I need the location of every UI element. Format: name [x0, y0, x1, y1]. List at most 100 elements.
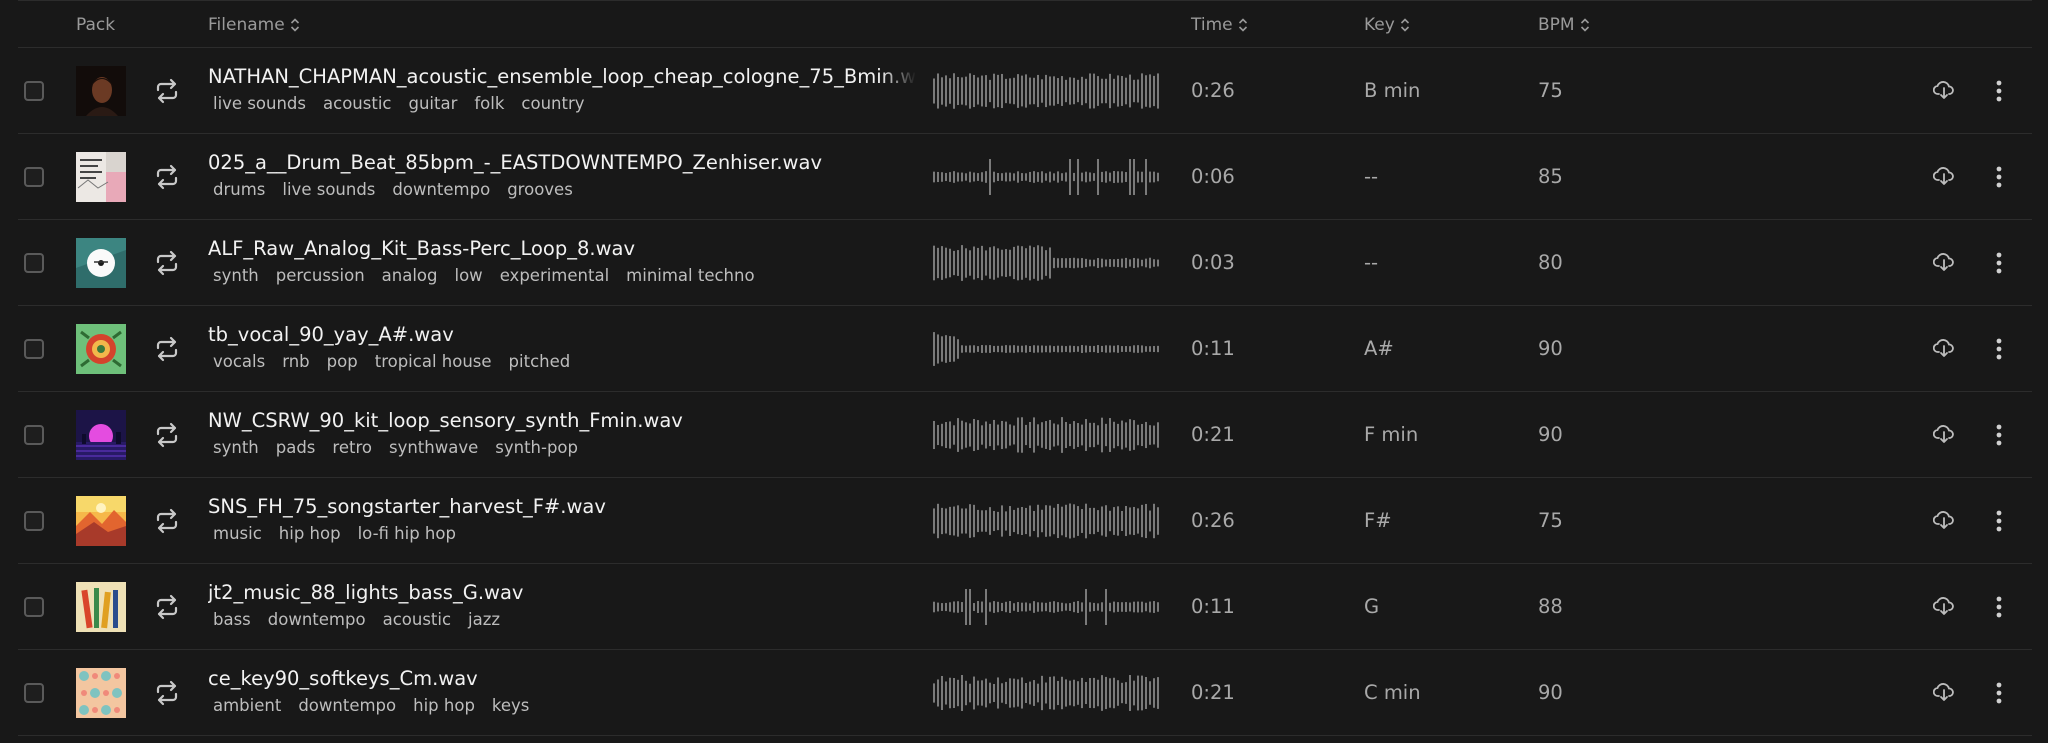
waveform[interactable] — [932, 242, 1160, 284]
table-row[interactable]: tb_vocal_90_yay_A#.wav vocals rnb pop tropi… — [18, 306, 2032, 392]
pastel-pattern-cover[interactable] — [76, 668, 126, 718]
east-downtempo-cover[interactable] — [76, 152, 126, 202]
table-row[interactable]: NATHAN_CHAPMAN_acoustic_ensemble_loop_ch… — [18, 48, 2032, 134]
more-options-icon[interactable] — [1989, 336, 2009, 362]
cloud-download-icon[interactable] — [1933, 423, 1955, 445]
waveform-bar — [1089, 345, 1091, 353]
more-options-icon[interactable] — [1989, 164, 2009, 190]
cloud-download-icon[interactable] — [1933, 595, 1955, 617]
cloud-download-icon[interactable] — [1933, 337, 1955, 359]
sunset-mountain-cover[interactable] — [76, 496, 126, 546]
row-select-checkbox[interactable] — [24, 253, 44, 273]
waveform-bar — [1017, 507, 1019, 535]
row-select-checkbox[interactable] — [24, 167, 44, 187]
tag[interactable]: downtempo — [298, 696, 396, 715]
row-select-checkbox[interactable] — [24, 511, 44, 531]
tag[interactable]: synthwave — [389, 438, 478, 457]
tag[interactable]: live sounds — [282, 180, 375, 199]
tag[interactable]: music — [213, 524, 262, 543]
tag[interactable]: synth — [213, 266, 259, 285]
column-header-time[interactable]: Time — [1191, 15, 1248, 35]
row-select-checkbox[interactable] — [24, 425, 44, 445]
tag[interactable]: pitched — [509, 352, 571, 371]
tag[interactable]: low — [455, 266, 483, 285]
portrait-cover[interactable] — [76, 66, 126, 116]
tag[interactable]: retro — [332, 438, 372, 457]
tag[interactable]: percussion — [276, 266, 365, 285]
waveform[interactable] — [932, 586, 1160, 628]
sample-filename[interactable]: 025_a__Drum_Beat_85bpm_-_EASTDOWNTEMPO_Z… — [208, 151, 916, 174]
sample-filename[interactable]: ALF_Raw_Analog_Kit_Bass-Perc_Loop_8.wav — [208, 237, 916, 260]
cloud-download-icon[interactable] — [1933, 165, 1955, 187]
tag[interactable]: synth-pop — [495, 438, 578, 457]
tag[interactable]: hip hop — [413, 696, 475, 715]
more-options-icon[interactable] — [1989, 508, 2009, 534]
tag[interactable]: minimal techno — [626, 266, 754, 285]
table-row[interactable]: jt2_music_88_lights_bass_G.wav bass downt… — [18, 564, 2032, 650]
waveform[interactable] — [932, 672, 1160, 714]
more-options-icon[interactable] — [1989, 78, 2009, 104]
waveform[interactable] — [932, 328, 1160, 370]
tag[interactable]: downtempo — [392, 180, 490, 199]
row-select-checkbox[interactable] — [24, 339, 44, 359]
tag[interactable]: hip hop — [279, 524, 341, 543]
more-options-icon[interactable] — [1989, 594, 2009, 620]
sample-filename[interactable]: NATHAN_CHAPMAN_acoustic_ensemble_loop_ch… — [208, 65, 916, 88]
waveform[interactable] — [932, 156, 1160, 198]
tag[interactable]: jazz — [468, 610, 500, 629]
cloud-download-icon[interactable] — [1933, 251, 1955, 273]
tag[interactable]: folk — [474, 94, 504, 113]
tag[interactable]: analog — [382, 266, 438, 285]
synthwave-sun-cover[interactable] — [76, 410, 126, 460]
tag[interactable]: tropical house — [375, 352, 492, 371]
table-row[interactable]: ce_key90_softkeys_Cm.wav ambient downtemp… — [18, 650, 2032, 736]
waveform-bar — [945, 75, 947, 107]
column-header-key[interactable]: Key — [1364, 15, 1410, 35]
tag[interactable]: lo-fi hip hop — [358, 524, 456, 543]
tropical-cover[interactable] — [76, 324, 126, 374]
tag[interactable]: keys — [492, 696, 529, 715]
tag[interactable]: acoustic — [383, 610, 451, 629]
more-options-icon[interactable] — [1989, 422, 2009, 448]
tag[interactable]: guitar — [408, 94, 457, 113]
waveform[interactable] — [932, 414, 1160, 456]
tag[interactable]: bass — [213, 610, 251, 629]
tag[interactable]: rnb — [282, 352, 309, 371]
table-row[interactable]: ALF_Raw_Analog_Kit_Bass-Perc_Loop_8.wav … — [18, 220, 2032, 306]
table-row[interactable]: SNS_FH_75_songstarter_harvest_F#.wav mus… — [18, 478, 2032, 564]
tag[interactable]: vocals — [213, 352, 265, 371]
tag[interactable]: grooves — [507, 180, 573, 199]
sample-filename[interactable]: jt2_music_88_lights_bass_G.wav — [208, 581, 916, 604]
sample-filename[interactable]: ce_key90_softkeys_Cm.wav — [208, 667, 916, 690]
tag[interactable]: pop — [327, 352, 358, 371]
table-row[interactable]: NW_CSRW_90_kit_loop_sensory_synth_Fmin.w… — [18, 392, 2032, 478]
more-options-icon[interactable] — [1989, 680, 2009, 706]
column-header-bpm[interactable]: BPM — [1538, 15, 1590, 35]
waveform-bar — [1081, 76, 1083, 106]
sample-filename[interactable]: SNS_FH_75_songstarter_harvest_F#.wav — [208, 495, 916, 518]
cloud-download-icon[interactable] — [1933, 681, 1955, 703]
tag[interactable]: drums — [213, 180, 265, 199]
more-options-icon[interactable] — [1989, 250, 2009, 276]
tag[interactable]: country — [521, 94, 584, 113]
row-select-checkbox[interactable] — [24, 81, 44, 101]
tag[interactable]: ambient — [213, 696, 281, 715]
tag[interactable]: downtempo — [268, 610, 366, 629]
cloud-download-icon[interactable] — [1933, 509, 1955, 531]
waveform[interactable] — [932, 500, 1160, 542]
cloud-download-icon[interactable] — [1933, 79, 1955, 101]
row-select-checkbox[interactable] — [24, 683, 44, 703]
column-header-filename[interactable]: Filename — [208, 15, 300, 35]
table-row[interactable]: 025_a__Drum_Beat_85bpm_-_EASTDOWNTEMPO_Z… — [18, 134, 2032, 220]
stripes-cover[interactable] — [76, 582, 126, 632]
tag[interactable]: experimental — [500, 266, 609, 285]
tag[interactable]: acoustic — [323, 94, 391, 113]
sample-filename[interactable]: tb_vocal_90_yay_A#.wav — [208, 323, 916, 346]
tag[interactable]: synth — [213, 438, 259, 457]
sample-filename[interactable]: NW_CSRW_90_kit_loop_sensory_synth_Fmin.w… — [208, 409, 916, 432]
record-cover[interactable] — [76, 238, 126, 288]
tag[interactable]: pads — [276, 438, 316, 457]
tag[interactable]: live sounds — [213, 94, 306, 113]
waveform[interactable] — [932, 70, 1160, 112]
row-select-checkbox[interactable] — [24, 597, 44, 617]
